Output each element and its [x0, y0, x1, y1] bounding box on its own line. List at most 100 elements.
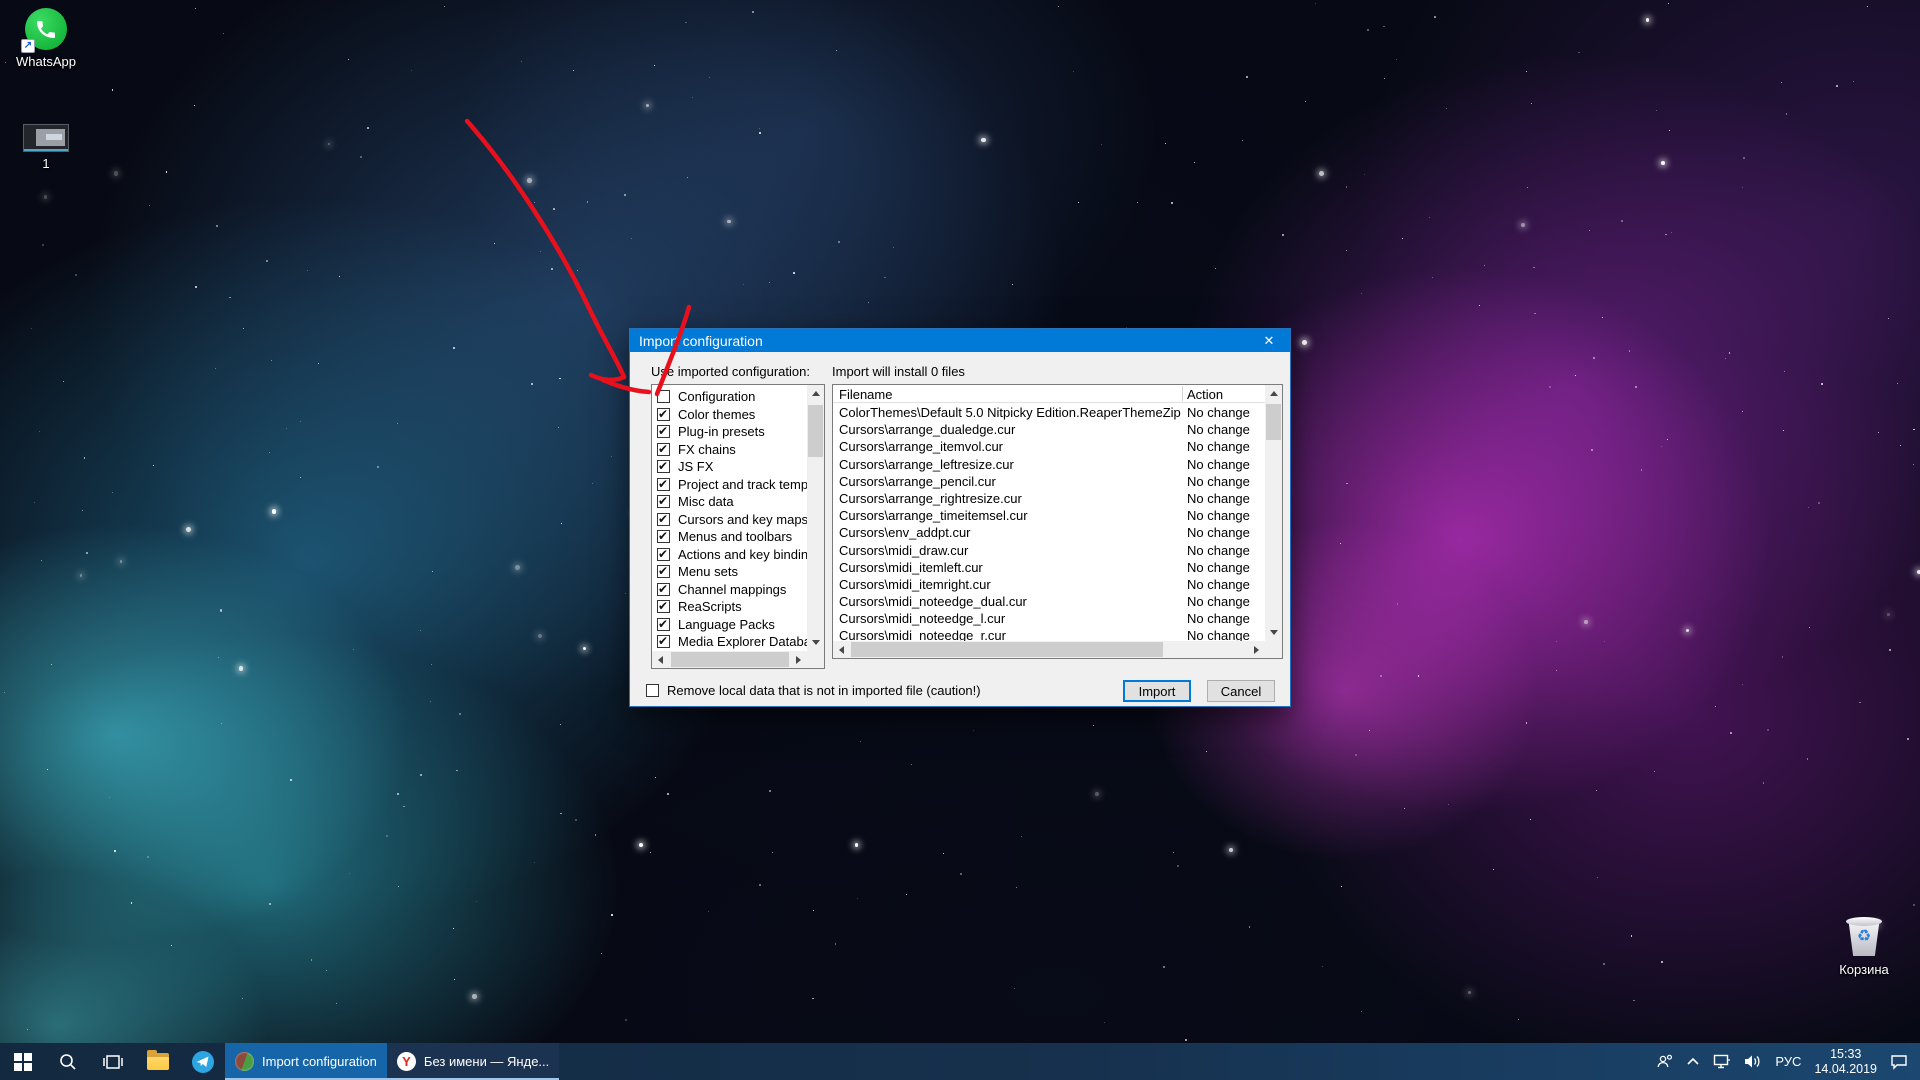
- scroll-left-button[interactable]: [833, 641, 850, 658]
- checkbox-list-item[interactable]: Channel mappings: [652, 581, 807, 599]
- file-row[interactable]: Cursors\midi_itemright.cur No change: [833, 576, 1265, 593]
- dialog-titlebar[interactable]: Import configuration ✕: [630, 329, 1290, 352]
- item-checkbox[interactable]: [657, 530, 670, 543]
- volume-icon[interactable]: [1744, 1054, 1762, 1069]
- scrollbar-thumb[interactable]: [808, 405, 823, 457]
- clock[interactable]: 15:33 14.04.2019: [1814, 1047, 1877, 1077]
- task-label: Без имени — Янде...: [424, 1054, 549, 1069]
- file-row[interactable]: Cursors\midi_noteedge_dual.cur No change: [833, 593, 1265, 610]
- item-label: FX chains: [678, 442, 736, 457]
- remove-local-data-checkbox[interactable]: [646, 684, 659, 697]
- item-checkbox[interactable]: [657, 460, 670, 473]
- file-action-cell: No change: [1187, 611, 1250, 626]
- checkbox-list-item[interactable]: Cursors and key maps: [652, 511, 807, 529]
- scrollbar-thumb[interactable]: [851, 642, 1163, 657]
- item-checkbox[interactable]: [657, 548, 670, 561]
- language-indicator[interactable]: РУС: [1775, 1054, 1801, 1069]
- file-name-cell: Cursors\arrange_itemvol.cur: [839, 439, 1003, 454]
- vertical-scrollbar[interactable]: [807, 385, 824, 651]
- checkbox-list-item[interactable]: Media Explorer Databases: [652, 633, 807, 651]
- vertical-scrollbar[interactable]: [1265, 385, 1282, 641]
- desktop-icon-label: Корзина: [1826, 962, 1902, 977]
- scroll-up-button[interactable]: [1265, 385, 1282, 402]
- checkbox-list-item[interactable]: Project and track templates: [652, 476, 807, 494]
- checkbox-list-item[interactable]: JS FX: [652, 458, 807, 476]
- scroll-left-button[interactable]: [652, 651, 669, 668]
- remove-local-data-option[interactable]: Remove local data that is not in importe…: [646, 683, 981, 698]
- item-checkbox[interactable]: [657, 618, 670, 631]
- recycle-symbol-icon: ♻: [1842, 926, 1886, 946]
- item-checkbox[interactable]: [657, 583, 670, 596]
- action-center-icon[interactable]: [1890, 1054, 1908, 1070]
- close-icon[interactable]: ✕: [1248, 329, 1290, 352]
- desktop-icon-whatsapp[interactable]: ↗ WhatsApp: [8, 8, 84, 69]
- scroll-right-button[interactable]: [1248, 641, 1265, 658]
- file-row[interactable]: Cursors\arrange_itemvol.cur No change: [833, 438, 1265, 455]
- file-row[interactable]: Cursors\midi_itemleft.cur No change: [833, 559, 1265, 576]
- checkbox-list-item[interactable]: Menu sets: [652, 563, 807, 581]
- column-divider[interactable]: [1182, 386, 1183, 401]
- scrollbar-thumb[interactable]: [1266, 404, 1281, 440]
- taskbar-task-import-configuration[interactable]: Import configuration: [225, 1043, 387, 1080]
- file-action-cell: No change: [1187, 439, 1250, 454]
- file-row[interactable]: Cursors\env_addpt.cur No change: [833, 524, 1265, 541]
- item-label: ReaScripts: [678, 599, 742, 614]
- item-checkbox[interactable]: [657, 600, 670, 613]
- checkbox-list-item[interactable]: FX chains: [652, 441, 807, 459]
- horizontal-scrollbar[interactable]: [652, 651, 807, 668]
- item-checkbox[interactable]: [657, 408, 670, 421]
- item-checkbox[interactable]: [657, 390, 670, 403]
- file-row[interactable]: Cursors\arrange_timeitemsel.cur No chang…: [833, 507, 1265, 524]
- network-icon[interactable]: [1713, 1054, 1731, 1069]
- checkbox-list-item[interactable]: Misc data: [652, 493, 807, 511]
- scroll-down-button[interactable]: [1265, 624, 1282, 641]
- column-header-action[interactable]: Action: [1187, 387, 1223, 402]
- checkbox-list-item[interactable]: Plug-in presets: [652, 423, 807, 441]
- search-button[interactable]: [45, 1043, 90, 1080]
- hidden-icons-chevron[interactable]: [1686, 1057, 1700, 1066]
- item-checkbox[interactable]: [657, 443, 670, 456]
- scrollbar-thumb[interactable]: [671, 652, 789, 667]
- task-label: Import configuration: [262, 1054, 377, 1069]
- checkbox-list-item[interactable]: Color themes: [652, 406, 807, 424]
- item-checkbox[interactable]: [657, 478, 670, 491]
- import-button[interactable]: Import: [1123, 680, 1191, 702]
- checkbox-list-item[interactable]: ReaScripts: [652, 598, 807, 616]
- task-view-button[interactable]: [90, 1043, 135, 1080]
- file-row[interactable]: Cursors\arrange_pencil.cur No change: [833, 473, 1265, 490]
- file-action-cell: No change: [1187, 525, 1250, 540]
- file-row[interactable]: ColorThemes\Default 5.0 Nitpicky Edition…: [833, 404, 1265, 421]
- column-header-filename[interactable]: Filename: [839, 387, 892, 402]
- checkbox-list-item[interactable]: Menus and toolbars: [652, 528, 807, 546]
- taskbar-task-yandex-browser[interactable]: Y Без имени — Янде...: [387, 1043, 559, 1080]
- item-checkbox[interactable]: [657, 495, 670, 508]
- file-action-cell: No change: [1187, 405, 1250, 420]
- desktop-icon-file1[interactable]: 1: [8, 124, 84, 171]
- people-icon[interactable]: [1656, 1054, 1673, 1069]
- checkbox-list-item[interactable]: Configuration: [652, 388, 807, 406]
- scroll-down-button[interactable]: [807, 634, 824, 651]
- file-explorer-button[interactable]: [135, 1043, 180, 1080]
- file-action-cell: No change: [1187, 577, 1250, 592]
- start-button[interactable]: [0, 1043, 45, 1080]
- scroll-right-button[interactable]: [790, 651, 807, 668]
- checkbox-list-item[interactable]: Actions and key bindings: [652, 546, 807, 564]
- item-checkbox[interactable]: [657, 513, 670, 526]
- item-checkbox[interactable]: [657, 425, 670, 438]
- whatsapp-icon: ↗: [25, 8, 67, 50]
- file-row[interactable]: Cursors\midi_noteedge_l.cur No change: [833, 610, 1265, 627]
- file-row[interactable]: Cursors\arrange_rightresize.cur No chang…: [833, 490, 1265, 507]
- scroll-up-button[interactable]: [807, 385, 824, 402]
- desktop-icon-recycle-bin[interactable]: ♻ Корзина: [1826, 912, 1902, 977]
- checkbox-list-item[interactable]: Language Packs: [652, 616, 807, 634]
- horizontal-scrollbar[interactable]: [833, 641, 1265, 658]
- file-row[interactable]: Cursors\midi_noteedge_r.cur No change: [833, 627, 1265, 641]
- file-row[interactable]: Cursors\arrange_dualedge.cur No change: [833, 421, 1265, 438]
- telegram-button[interactable]: [180, 1043, 225, 1080]
- file-row[interactable]: Cursors\arrange_leftresize.cur No change: [833, 456, 1265, 473]
- item-checkbox[interactable]: [657, 635, 670, 648]
- cancel-button[interactable]: Cancel: [1207, 680, 1275, 702]
- file-row[interactable]: Cursors\midi_draw.cur No change: [833, 542, 1265, 559]
- item-checkbox[interactable]: [657, 565, 670, 578]
- file-action-cell: No change: [1187, 594, 1250, 609]
